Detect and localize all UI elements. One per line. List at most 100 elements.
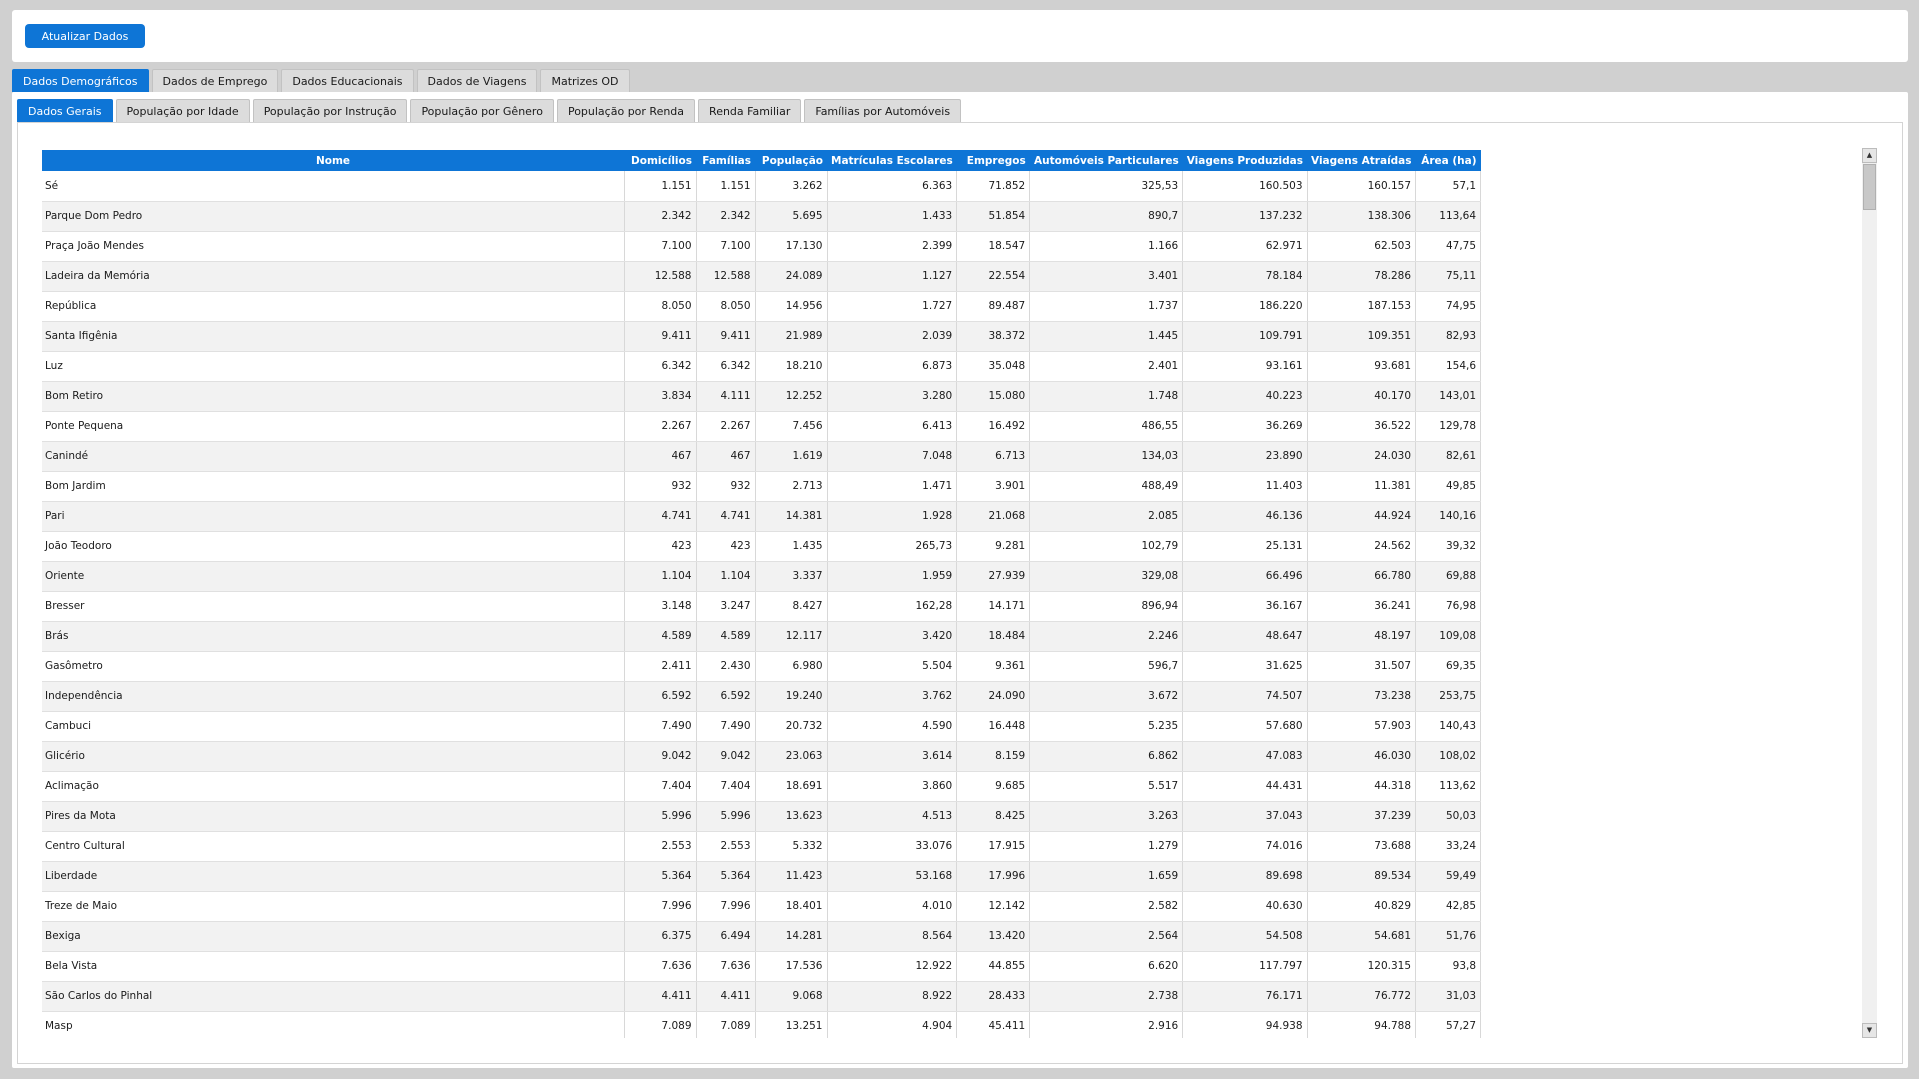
scroll-up-arrow-icon[interactable]: ▲: [1862, 148, 1877, 163]
table-row[interactable]: Ponte Pequena 2.267 2.267 7.456 6.413 16.492 4…: [42, 411, 1482, 442]
table-row[interactable]: Bexiga 6.375 6.494 14.281 8.564 13.420 2.564 54…: [42, 921, 1482, 952]
table-row[interactable]: Aclimação 7.404 7.404 18.691 3.860 9.685 5.517…: [42, 771, 1482, 802]
table-cell: 4.590: [827, 711, 958, 742]
column-header[interactable]: Domicílios: [624, 150, 696, 171]
table-cell: 11.423: [755, 861, 828, 892]
table-cell: 113,62: [1415, 771, 1482, 802]
column-header[interactable]: Área (ha): [1415, 150, 1481, 171]
tab-renda-familiar[interactable]: Renda Familiar: [698, 99, 802, 122]
table-row[interactable]: Glicério 9.042 9.042 23.063 3.614 8.159 6.862 4…: [42, 741, 1482, 772]
data-table-viewport[interactable]: Nome Domicílios Famílias População Matrí…: [42, 150, 1862, 1038]
table-row[interactable]: Oriente 1.104 1.104 3.337 1.959 27.939 329,08 6…: [42, 561, 1482, 592]
table-cell: 8.564: [827, 921, 958, 952]
table-cell: 21.068: [956, 501, 1031, 532]
table-cell: 5.504: [827, 651, 958, 682]
tab-populacao-instrucao[interactable]: População por Instrução: [252, 99, 408, 122]
table-row[interactable]: Brás 4.589 4.589 12.117 3.420 18.484 2.246 48.6…: [42, 621, 1482, 652]
table-row[interactable]: João Teodoro 423 423 1.435 265,73 9.281 102,79…: [42, 531, 1482, 562]
tab-familias-automoveis[interactable]: Famílias por Automóveis: [804, 99, 962, 122]
table-cell: 1.727: [827, 291, 958, 322]
table-cell: 18.691: [755, 771, 828, 802]
column-header[interactable]: População: [755, 150, 827, 171]
table-row[interactable]: Bresser 3.148 3.247 8.427 162,28 14.171 896,94…: [42, 591, 1482, 622]
table-cell: 75,11: [1415, 261, 1482, 292]
table-row[interactable]: Gasômetro 2.411 2.430 6.980 5.504 9.361 596,7 3…: [42, 651, 1482, 682]
tab-populacao-idade[interactable]: População por Idade: [115, 99, 250, 122]
tab-dados-emprego[interactable]: Dados de Emprego: [151, 69, 279, 92]
table-cell: 42,85: [1415, 891, 1482, 922]
table-cell: 6.592: [624, 681, 697, 712]
table-row[interactable]: Sé 1.151 1.151 3.262 6.363 71.852 325,53 160.50…: [42, 171, 1482, 202]
tab-dados-educacionais[interactable]: Dados Educacionais: [281, 69, 414, 92]
table-cell: 31.625: [1182, 651, 1308, 682]
table-cell: 3.263: [1029, 801, 1184, 832]
table-row[interactable]: Masp 7.089 7.089 13.251 4.904 45.411 2.916 94.9…: [42, 1011, 1482, 1038]
tab-dados-gerais[interactable]: Dados Gerais: [17, 99, 113, 122]
table-row[interactable]: Cambuci 7.490 7.490 20.732 4.590 16.448 5.235 5…: [42, 711, 1482, 742]
column-header[interactable]: Empregos: [956, 150, 1030, 171]
table-row[interactable]: São Carlos do Pinhal 4.411 4.411 9.068 8.922…: [42, 981, 1482, 1012]
table-cell: 3.860: [827, 771, 958, 802]
table-cell: 13.251: [755, 1011, 828, 1038]
table-row[interactable]: Independência 6.592 6.592 19.240 3.762 24.090…: [42, 681, 1482, 712]
table-cell: 4.589: [624, 621, 697, 652]
column-header[interactable]: Viagens Produzidas: [1182, 150, 1308, 171]
table-cell: 16.492: [956, 411, 1031, 442]
table-cell: 7.490: [624, 711, 697, 742]
column-header[interactable]: Nome: [42, 150, 624, 171]
table-cell: 160.503: [1182, 171, 1308, 202]
table-row[interactable]: Luz 6.342 6.342 18.210 6.873 35.048 2.401 93.16…: [42, 351, 1482, 382]
scroll-down-arrow-icon[interactable]: ▼: [1862, 1023, 1877, 1038]
column-header[interactable]: Viagens Atraídas: [1307, 150, 1416, 171]
table-row[interactable]: Liberdade 5.364 5.364 11.423 53.168 17.996 1.6…: [42, 861, 1482, 892]
table-row[interactable]: República 8.050 8.050 14.956 1.727 89.487 1.73…: [42, 291, 1482, 322]
table-row[interactable]: Treze de Maio 7.996 7.996 18.401 4.010 12.142…: [42, 891, 1482, 922]
tab-dados-viagens[interactable]: Dados de Viagens: [416, 69, 538, 92]
table-cell: 187.153: [1307, 291, 1417, 322]
vertical-scrollbar[interactable]: ▲ ▼: [1862, 148, 1877, 1038]
table-row[interactable]: Praça João Mendes 7.100 7.100 17.130 2.399 18…: [42, 231, 1482, 262]
table-row[interactable]: Bom Retiro 3.834 4.111 12.252 3.280 15.080 1.7…: [42, 381, 1482, 412]
table-cell: 24.562: [1307, 531, 1417, 562]
table-cell: 5.364: [624, 861, 697, 892]
tab-populacao-genero[interactable]: População por Gênero: [410, 99, 554, 122]
scrollbar-thumb[interactable]: [1863, 164, 1876, 210]
table-cell: 2.430: [696, 651, 756, 682]
table-cell: 5.332: [755, 831, 828, 862]
table-row[interactable]: Santa Ifigênia 9.411 9.411 21.989 2.039 38.37…: [42, 321, 1482, 352]
zone-name-cell: São Carlos do Pinhal: [42, 981, 625, 1012]
table-row[interactable]: Centro Cultural 2.553 2.553 5.332 33.076 17.9…: [42, 831, 1482, 862]
table-cell: 28.433: [956, 981, 1031, 1012]
table-cell: 9.281: [956, 531, 1031, 562]
column-header[interactable]: Matrículas Escolares: [827, 150, 957, 171]
table-cell: 18.547: [956, 231, 1031, 262]
table-cell: 14.381: [755, 501, 828, 532]
table-cell: 14.281: [755, 921, 828, 952]
table-cell: 6.713: [956, 441, 1031, 472]
table-cell: 93,8: [1415, 951, 1482, 982]
table-cell: 3.901: [956, 471, 1031, 502]
tab-populacao-renda[interactable]: População por Renda: [556, 99, 696, 122]
column-header[interactable]: Automóveis Particulares: [1029, 150, 1183, 171]
table-cell: 186.220: [1182, 291, 1308, 322]
table-cell: 6.620: [1029, 951, 1184, 982]
table-cell: 2.342: [624, 201, 697, 232]
table-row[interactable]: Bela Vista 7.636 7.636 17.536 12.922 44.855 6.…: [42, 951, 1482, 982]
zone-name-cell: Glicério: [42, 741, 625, 772]
update-data-button[interactable]: Atualizar Dados: [25, 24, 145, 48]
table-row[interactable]: Bom Jardim 932 932 2.713 1.471 3.901 488,49 11.…: [42, 471, 1482, 502]
table-row[interactable]: Parque Dom Pedro 2.342 2.342 5.695 1.433 51.8…: [42, 201, 1482, 232]
table-row[interactable]: Canindé 467 467 1.619 7.048 6.713 134,03 23.890…: [42, 441, 1482, 472]
table-cell: 78.286: [1307, 261, 1417, 292]
table-cell: 74.016: [1182, 831, 1308, 862]
table-row[interactable]: Pari 4.741 4.741 14.381 1.928 21.068 2.085 46.1…: [42, 501, 1482, 532]
table-cell: 1.748: [1029, 381, 1184, 412]
table-row[interactable]: Pires da Mota 5.996 5.996 13.623 4.513 8.425 3…: [42, 801, 1482, 832]
table-cell: 27.939: [956, 561, 1031, 592]
table-row[interactable]: Ladeira da Memória 12.588 12.588 24.089 1.12…: [42, 261, 1482, 292]
table-cell: 2.401: [1029, 351, 1184, 382]
column-header[interactable]: Famílias: [696, 150, 755, 171]
tab-dados-demograficos[interactable]: Dados Demográficos: [12, 69, 149, 92]
table-cell: 93.161: [1182, 351, 1308, 382]
tab-matrizes-od[interactable]: Matrizes OD: [540, 69, 630, 92]
